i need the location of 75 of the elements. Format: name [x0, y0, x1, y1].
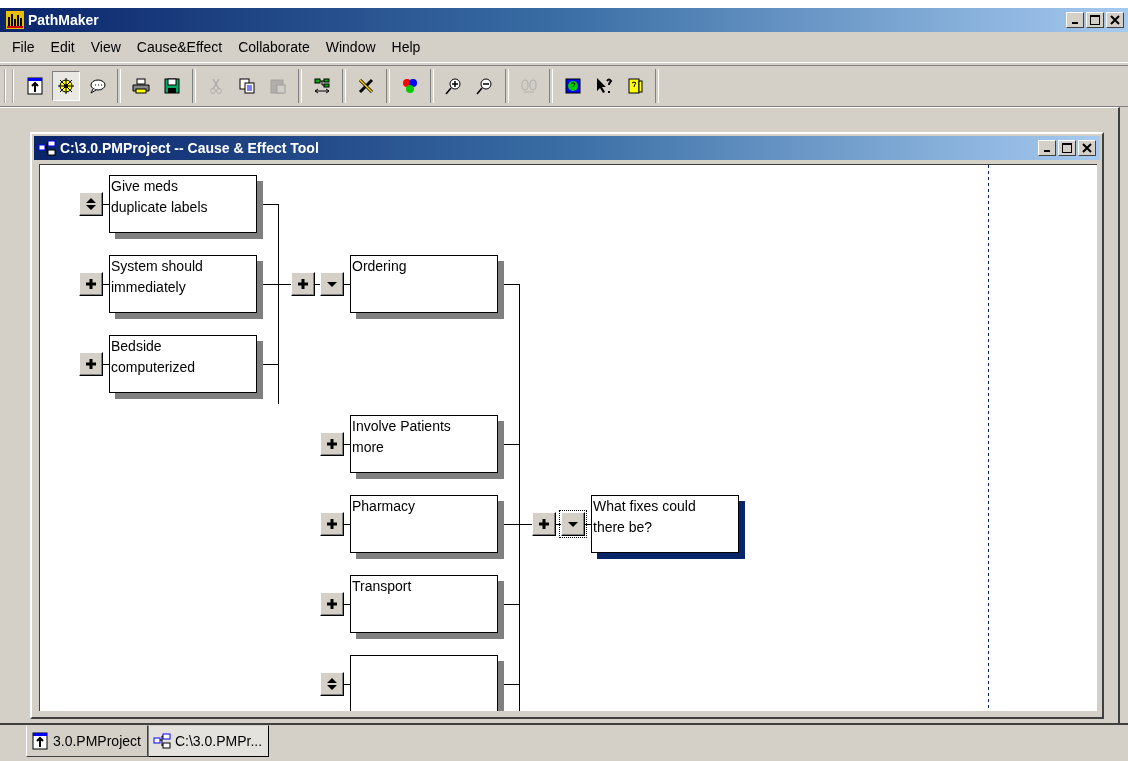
maximize-button[interactable] — [1058, 140, 1076, 156]
expand-button[interactable] — [79, 272, 103, 296]
caret-down-icon — [327, 281, 337, 287]
close-button[interactable] — [1078, 140, 1096, 156]
menu-item[interactable]: Window — [317, 39, 384, 55]
window-tab[interactable]: 3.0.PMProject — [26, 725, 148, 757]
save-icon — [163, 77, 181, 95]
circles-icon — [401, 77, 419, 95]
menu-item[interactable]: View — [82, 39, 129, 55]
reorder-button[interactable] — [320, 672, 344, 696]
tree-icon — [313, 77, 331, 95]
tools-icon — [357, 77, 375, 95]
connector-line — [102, 364, 110, 365]
maximize-button[interactable] — [1086, 12, 1104, 28]
up-down-arrows-icon — [325, 677, 339, 691]
book-icon — [626, 77, 644, 95]
minimize-button[interactable] — [1038, 140, 1056, 156]
diagram-icon — [38, 140, 56, 156]
maximize-icon — [1062, 143, 1072, 153]
collapse-button[interactable] — [559, 510, 587, 538]
plus-icon — [325, 517, 339, 531]
minimize-button[interactable] — [1066, 12, 1084, 28]
close-button[interactable] — [1106, 12, 1124, 28]
plus-icon — [325, 437, 339, 451]
menu-item[interactable]: Edit — [42, 39, 83, 55]
faces-icon — [520, 77, 538, 95]
minimize-icon — [1072, 22, 1078, 24]
zoom-in-icon — [445, 77, 463, 95]
caret-down-icon — [568, 521, 578, 527]
plus-icon — [537, 517, 551, 531]
expand-button[interactable] — [79, 352, 103, 376]
printer-icon — [132, 77, 150, 95]
menu-item[interactable]: Collaborate — [230, 39, 318, 55]
speech-bubble-icon — [88, 77, 106, 95]
close-icon — [1110, 15, 1120, 25]
menu-item[interactable]: File — [4, 39, 43, 55]
wheel-icon — [57, 77, 75, 95]
menu-item[interactable]: Help — [383, 39, 429, 55]
connector-line — [343, 604, 351, 605]
diagram-icon — [152, 733, 171, 749]
app-logo-icon — [6, 11, 24, 29]
copy-icon — [238, 77, 256, 95]
window-tab[interactable]: C:\3.0.PMPr... — [147, 725, 270, 757]
pointer-help-icon — [595, 77, 613, 95]
connector-line — [343, 684, 351, 685]
document-icon — [31, 732, 49, 750]
toolbar-grip[interactable] — [4, 69, 14, 103]
wheel-button[interactable] — [52, 71, 80, 101]
reorder-button[interactable] — [79, 192, 103, 216]
plus-icon — [84, 357, 98, 371]
connector-line — [343, 524, 351, 525]
connector-line — [102, 284, 110, 285]
expand-button[interactable] — [320, 432, 344, 456]
menu-item[interactable]: Cause&Effect — [128, 39, 231, 55]
plus-icon — [84, 277, 98, 291]
connector-line — [343, 444, 351, 445]
clipboard-icon — [269, 77, 287, 95]
child-window-title: C:\3.0.PMProject -- Cause & Effect Tool — [60, 140, 319, 156]
collapse-button[interactable] — [318, 270, 346, 298]
connector-line — [102, 204, 110, 205]
minimize-icon — [1044, 150, 1050, 152]
document-icon — [26, 77, 44, 95]
up-down-arrows-icon — [84, 197, 98, 211]
expand-button[interactable] — [291, 272, 315, 296]
close-icon — [1082, 143, 1092, 153]
expand-button[interactable] — [320, 512, 344, 536]
window-title: PathMaker — [28, 12, 99, 28]
expand-button[interactable] — [532, 512, 556, 536]
plus-icon — [325, 597, 339, 611]
expand-button[interactable] — [320, 592, 344, 616]
zoom-out-icon — [476, 77, 494, 95]
help-icon — [564, 77, 582, 95]
maximize-icon — [1090, 15, 1100, 25]
plus-icon — [296, 277, 310, 291]
scissors-icon — [207, 77, 225, 95]
